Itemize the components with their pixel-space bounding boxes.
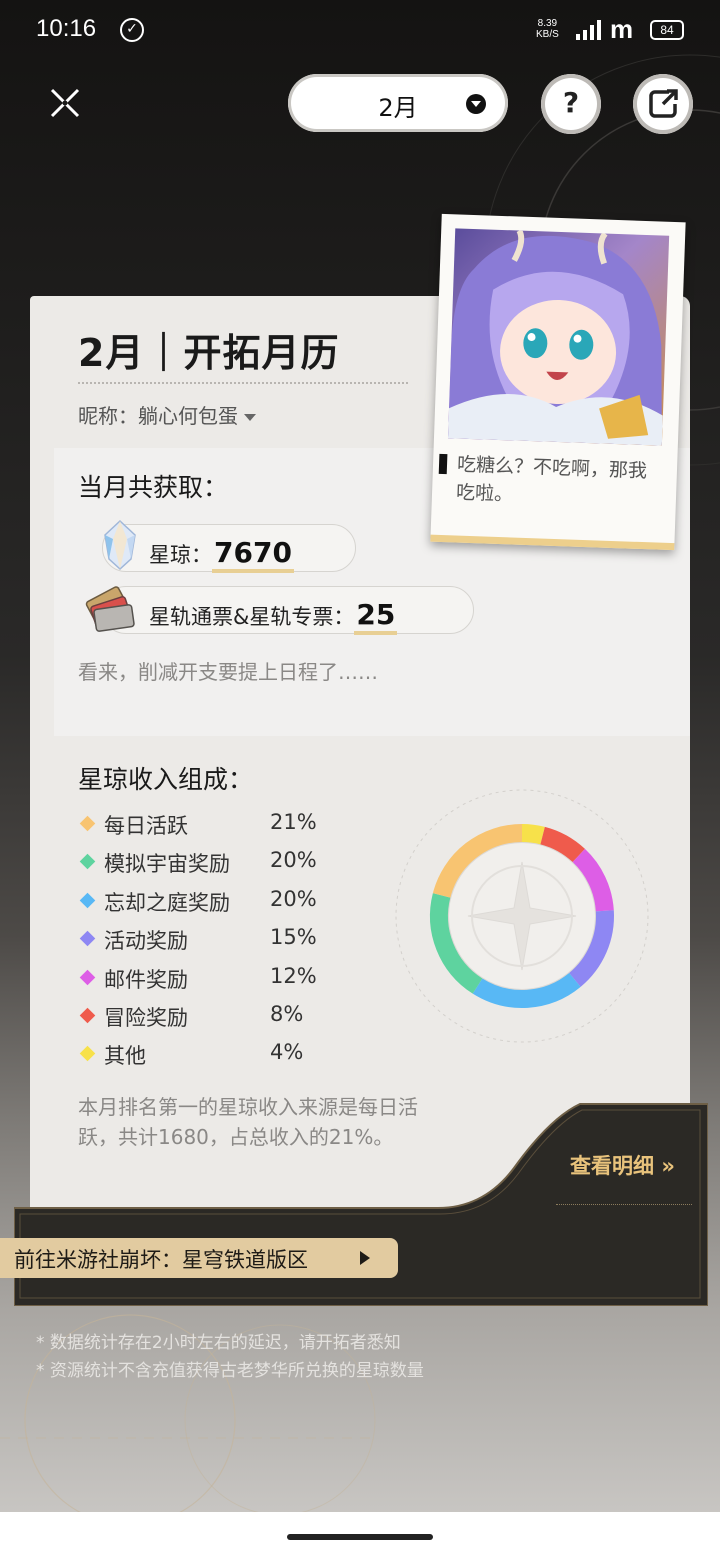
network-speed-value: 8.39 [537,18,558,29]
legend-item: 模拟宇宙奖励 20% [78,846,338,884]
legend-percent: 20% [270,886,317,911]
character-portrait [447,228,670,446]
star-rail-pass-value: 25 [354,598,398,635]
legend-label: 冒险奖励 [104,1005,188,1030]
earnings-comment: 看来，削减开支要提上日程了…… [78,660,378,684]
character-polaroid: 吃糖么？不吃啊，那我吃啦。 [430,213,686,551]
network-speed-unit: KB/S [536,29,559,40]
legend-label: 活动奖励 [104,929,188,954]
footnote-delay: * 数据统计存在2小时左右的延迟，请开拓者悉知 [36,1333,401,1353]
legend-percent: 21% [270,810,317,834]
help-button[interactable]: ? [541,74,601,134]
earnings-title: 当月共获取： [78,473,229,502]
play-arrow-icon [360,1251,370,1265]
character-illustration [447,229,663,446]
income-donut-chart [395,789,649,1043]
legend-item: 活动奖励 15% [78,923,338,961]
close-icon[interactable] [44,82,86,124]
network-speed: 8.39 KB/S [536,18,559,40]
status-time: 10:16 [36,15,97,42]
legend-label: 模拟宇宙奖励 [104,852,230,877]
page-title: 2月｜开拓月历 [78,331,340,375]
stellar-jade-label: 星琼： [149,543,212,567]
legend-label: 其他 [104,1044,146,1069]
star-rail-pass-total: 星轨通票&星轨专票：25 [85,586,474,635]
view-details-button[interactable]: 查看明细 » [570,1150,675,1180]
nickname-label: 昵称： [78,404,138,428]
nickname-value: 躺心何包蛋 [138,404,238,428]
title-divider [78,382,408,384]
donut-segment [521,824,545,845]
legend-label: 邮件奖励 [104,967,188,992]
share-icon [649,89,678,118]
star-rail-pass-label: 星轨通票&星轨专票： [149,605,355,629]
legend-swatch [79,1007,96,1024]
character-quote: 吃糖么？不吃啊，那我吃啦。 [455,453,648,506]
legend-item: 冒险奖励 8% [78,1000,338,1038]
legend-swatch [79,1046,96,1062]
legend-swatch [79,854,96,870]
chart-legend: 每日活跃 21% 模拟宇宙奖励 20% 忘却之庭奖励 20% 活动奖励 15% 邮件奖励 12% 冒… [78,808,338,1077]
stellar-jade-icon [104,519,136,571]
legend-swatch [79,892,96,909]
goto-community-label: 前往米游社崩坏：星穹铁道版区 [14,1248,308,1272]
chevron-down-icon [466,94,486,114]
nickname-selector[interactable]: 昵称：躺心何包蛋 [78,400,256,429]
legend-swatch [79,815,96,832]
carrier-logo: m [610,14,634,44]
legend-item: 忘却之庭奖励 20% [78,885,338,923]
caret-down-icon [244,414,256,421]
legend-percent: 20% [270,848,317,873]
status-bar: 10:16 ✓ 8.39 KB/S m 84 [0,0,720,62]
legend-percent: 12% [270,963,317,988]
sync-check-icon: ✓ [120,18,144,42]
navigation-bar [0,1512,720,1560]
month-selector[interactable]: 2月 [288,74,508,132]
share-button[interactable] [633,74,693,134]
footnote-exclusion: * 资源统计不含充值获得古老梦华所兑换的星琼数量 [36,1361,424,1381]
view-details-label: 查看明细 [570,1154,654,1178]
legend-item: 其他 4% [78,1038,338,1076]
legend-swatch [79,969,96,985]
legend-label: 忘却之庭奖励 [104,890,230,915]
battery-icon: 84 [650,20,684,40]
double-chevron-right-icon: » [661,1154,675,1178]
legend-label: 每日活跃 [104,814,188,838]
star-rail-pass-icon [85,586,135,632]
legend-percent: 8% [270,1001,304,1026]
goto-community-button[interactable]: 前往米游社崩坏：星穹铁道版区 [0,1238,398,1278]
stellar-jade-value: 7670 [212,536,294,573]
composition-title: 星琼收入组成： [78,765,254,794]
legend-percent: 4% [270,1040,304,1065]
home-indicator[interactable] [287,1534,433,1540]
stellar-jade-total: 星琼：7670 [102,519,356,573]
legend-item: 每日活跃 21% [78,808,338,846]
quote-marker [438,453,448,475]
legend-percent: 15% [270,925,317,950]
details-divider [556,1204,692,1205]
signal-icon [576,20,601,40]
star-rail-pass-text: 星轨通票&星轨专票：25 [149,598,398,635]
stellar-jade-text: 星琼：7670 [149,536,294,573]
legend-item: 邮件奖励 12% [78,962,338,1000]
legend-swatch [79,930,96,947]
